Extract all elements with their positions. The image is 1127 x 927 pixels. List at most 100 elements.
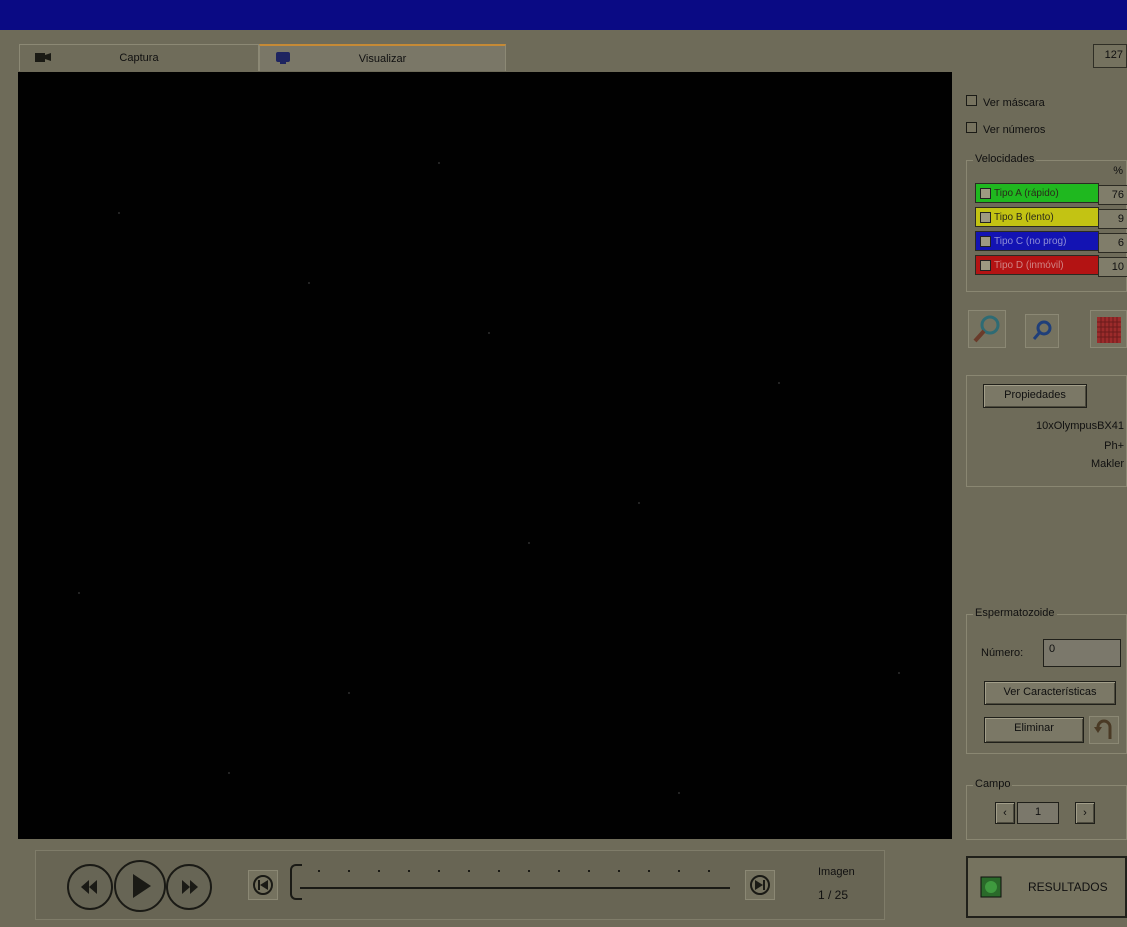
velocity-b-value: 9 — [1098, 209, 1127, 229]
ver-caracteristicas-label: Ver Características — [1003, 686, 1097, 698]
imagen-value: 1 / 25 — [818, 888, 849, 902]
particle — [118, 212, 120, 214]
slider-tick — [378, 870, 380, 872]
slider-tick — [528, 870, 530, 872]
particle — [488, 332, 490, 334]
prop-objective: 10xOlympusBX41 — [1035, 420, 1124, 432]
velocity-c-value: 6 — [1098, 233, 1127, 253]
skip-end-icon — [750, 875, 770, 895]
ver-mascara-checkbox[interactable] — [966, 95, 977, 106]
slider-tick — [588, 870, 590, 872]
velocidades-label: Velocidades — [973, 153, 1037, 165]
velocity-b-label: Tipo B (lento) — [994, 212, 1054, 223]
play-icon — [133, 874, 151, 898]
particle — [348, 692, 350, 694]
velocity-a-checkbox[interactable] — [980, 188, 991, 199]
slider-thumb[interactable] — [290, 864, 302, 900]
first-frame-button[interactable] — [248, 870, 278, 900]
imagen-label: Imagen — [818, 866, 855, 878]
slider-tick — [468, 870, 470, 872]
skip-start-icon — [253, 875, 273, 895]
top-strip — [0, 30, 1127, 44]
undo-button[interactable] — [1089, 716, 1119, 744]
particle — [678, 792, 680, 794]
particle — [638, 502, 640, 504]
tab-captura-label: Captura — [119, 52, 159, 64]
particle — [528, 542, 530, 544]
propiedades-button-label: Propiedades — [1004, 389, 1066, 401]
slider-tick — [558, 870, 560, 872]
grid-button[interactable] — [1090, 310, 1127, 348]
last-frame-button[interactable] — [745, 870, 775, 900]
tab-visualizar[interactable]: Visualizar — [259, 44, 506, 71]
espermatozoide-group: Espermatozoide Número: 0 Ver Característ… — [966, 607, 1127, 754]
slider-tick — [438, 870, 440, 872]
espermatozoide-label: Espermatozoide — [973, 607, 1057, 619]
properties-panel: Propiedades 10xOlympusBX41 Ph+ Makler — [966, 375, 1127, 487]
velocity-c-label: Tipo C (no prog) — [994, 236, 1067, 247]
resultados-label: RESULTADOS — [1028, 880, 1108, 894]
slider-tick — [648, 870, 650, 872]
grid-icon — [1097, 317, 1121, 343]
slider-tick — [408, 870, 410, 872]
undo-icon — [1094, 719, 1112, 739]
eliminar-label: Eliminar — [1014, 722, 1054, 734]
ver-mascara-label: Ver máscara — [983, 97, 1045, 109]
campo-next-button[interactable]: › — [1075, 802, 1095, 824]
zoom-out-icon — [1032, 320, 1052, 340]
prop-chamber: Makler — [1090, 458, 1124, 470]
ver-caracteristicas-button[interactable]: Ver Características — [984, 681, 1116, 705]
velocity-row-c[interactable]: Tipo C (no prog) — [975, 231, 1099, 251]
play-button[interactable] — [114, 860, 166, 912]
velocity-b-checkbox[interactable] — [980, 212, 991, 223]
particle — [78, 592, 80, 594]
campo-label: Campo — [973, 778, 1013, 790]
frame-counter: 127 — [1093, 44, 1127, 68]
velocity-d-value: 10 — [1098, 257, 1127, 277]
ver-numeros-row[interactable]: Ver números — [966, 122, 1045, 136]
rewind-icon — [81, 880, 97, 894]
prop-phase: Ph+ — [1104, 440, 1124, 452]
zoom-in-icon — [973, 315, 1000, 343]
campo-prev-button[interactable]: ‹ — [995, 802, 1015, 824]
propiedades-button[interactable]: Propiedades — [983, 384, 1087, 408]
tab-visualizar-label: Visualizar — [358, 53, 407, 65]
campo-value[interactable]: 1 — [1017, 802, 1059, 824]
tab-captura[interactable]: Captura — [19, 44, 259, 71]
zoom-out-button[interactable] — [1025, 314, 1059, 348]
velocity-row-d[interactable]: Tipo D (inmóvil) — [975, 255, 1099, 275]
velocity-a-label: Tipo A (rápido) — [994, 188, 1059, 199]
chevron-left-icon: ‹ — [1003, 807, 1007, 819]
numero-input[interactable]: 0 — [1043, 639, 1121, 667]
frame-slider-track[interactable] — [300, 887, 730, 889]
numero-label: Número: — [981, 647, 1024, 659]
ver-mascara-row[interactable]: Ver máscara — [966, 95, 1045, 109]
ver-numeros-checkbox[interactable] — [966, 122, 977, 133]
zoom-in-button[interactable] — [968, 310, 1006, 348]
particle — [308, 282, 310, 284]
results-icon — [980, 876, 1002, 898]
ver-numeros-label: Ver números — [983, 124, 1046, 136]
velocity-c-checkbox[interactable] — [980, 236, 991, 247]
velocity-d-checkbox[interactable] — [980, 260, 991, 271]
slider-tick — [708, 870, 710, 872]
fast-forward-icon — [182, 880, 198, 894]
image-viewer[interactable] — [18, 72, 952, 839]
velocity-row-b[interactable]: Tipo B (lento) — [975, 207, 1099, 227]
slider-tick — [318, 870, 320, 872]
rewind-button[interactable] — [67, 864, 113, 910]
title-bar — [0, 0, 1127, 30]
particle — [778, 382, 780, 384]
fast-forward-button[interactable] — [166, 864, 212, 910]
velocity-a-value: 76 — [1098, 185, 1127, 205]
resultados-button[interactable]: RESULTADOS — [966, 856, 1127, 918]
eliminar-button[interactable]: Eliminar — [984, 717, 1084, 743]
slider-tick — [498, 870, 500, 872]
velocity-d-label: Tipo D (inmóvil) — [994, 260, 1064, 271]
velocity-row-a[interactable]: Tipo A (rápido) — [975, 183, 1099, 203]
slider-tick — [618, 870, 620, 872]
chevron-right-icon: › — [1083, 807, 1087, 819]
slider-tick — [678, 870, 680, 872]
campo-group: Campo ‹ 1 › — [966, 778, 1127, 840]
particle — [228, 772, 230, 774]
